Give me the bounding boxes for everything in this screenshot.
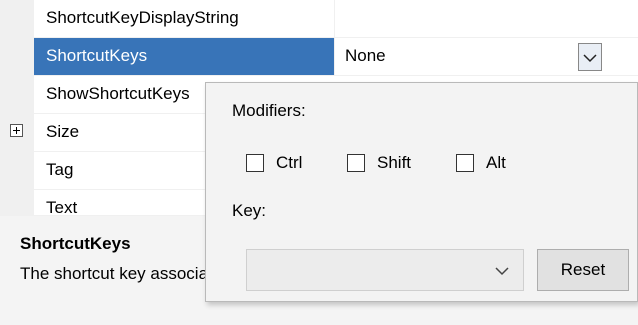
ctrl-label[interactable]: Ctrl xyxy=(276,153,302,173)
modifiers-label: Modifiers: xyxy=(232,101,306,120)
property-name: Size xyxy=(46,122,80,141)
ctrl-checkbox[interactable] xyxy=(246,154,264,172)
key-combobox[interactable] xyxy=(246,249,524,291)
description-title: ShortcutKeys xyxy=(20,234,131,253)
chevron-down-icon xyxy=(583,54,597,63)
reset-button[interactable]: Reset xyxy=(537,249,629,291)
property-name: Tag xyxy=(46,160,74,179)
expand-size-icon[interactable] xyxy=(10,124,23,137)
property-grid-gutter xyxy=(0,0,34,216)
shift-checkbox[interactable] xyxy=(347,154,365,172)
property-value: None xyxy=(345,46,386,65)
property-row-shortcutkeydisplaystring[interactable]: ShortcutKeyDisplayString xyxy=(34,0,638,38)
property-name: Text xyxy=(46,198,78,216)
property-row-shortcutkeys[interactable]: ShortcutKeys None xyxy=(34,38,638,76)
property-name: ShowShortcutKeys xyxy=(46,84,190,103)
alt-checkbox[interactable] xyxy=(456,154,474,172)
shortcutkeys-dropdown-button[interactable] xyxy=(578,43,602,71)
key-label: Key: xyxy=(232,201,267,220)
property-name: ShortcutKeyDisplayString xyxy=(46,8,239,27)
shortcut-keys-editor: Modifiers: Ctrl Shift Alt Key: Reset xyxy=(205,82,638,302)
property-name: ShortcutKeys xyxy=(46,46,148,65)
chevron-down-icon xyxy=(495,267,509,276)
alt-label[interactable]: Alt xyxy=(486,153,506,173)
property-value-cell[interactable] xyxy=(334,0,638,37)
shift-label[interactable]: Shift xyxy=(377,153,411,173)
